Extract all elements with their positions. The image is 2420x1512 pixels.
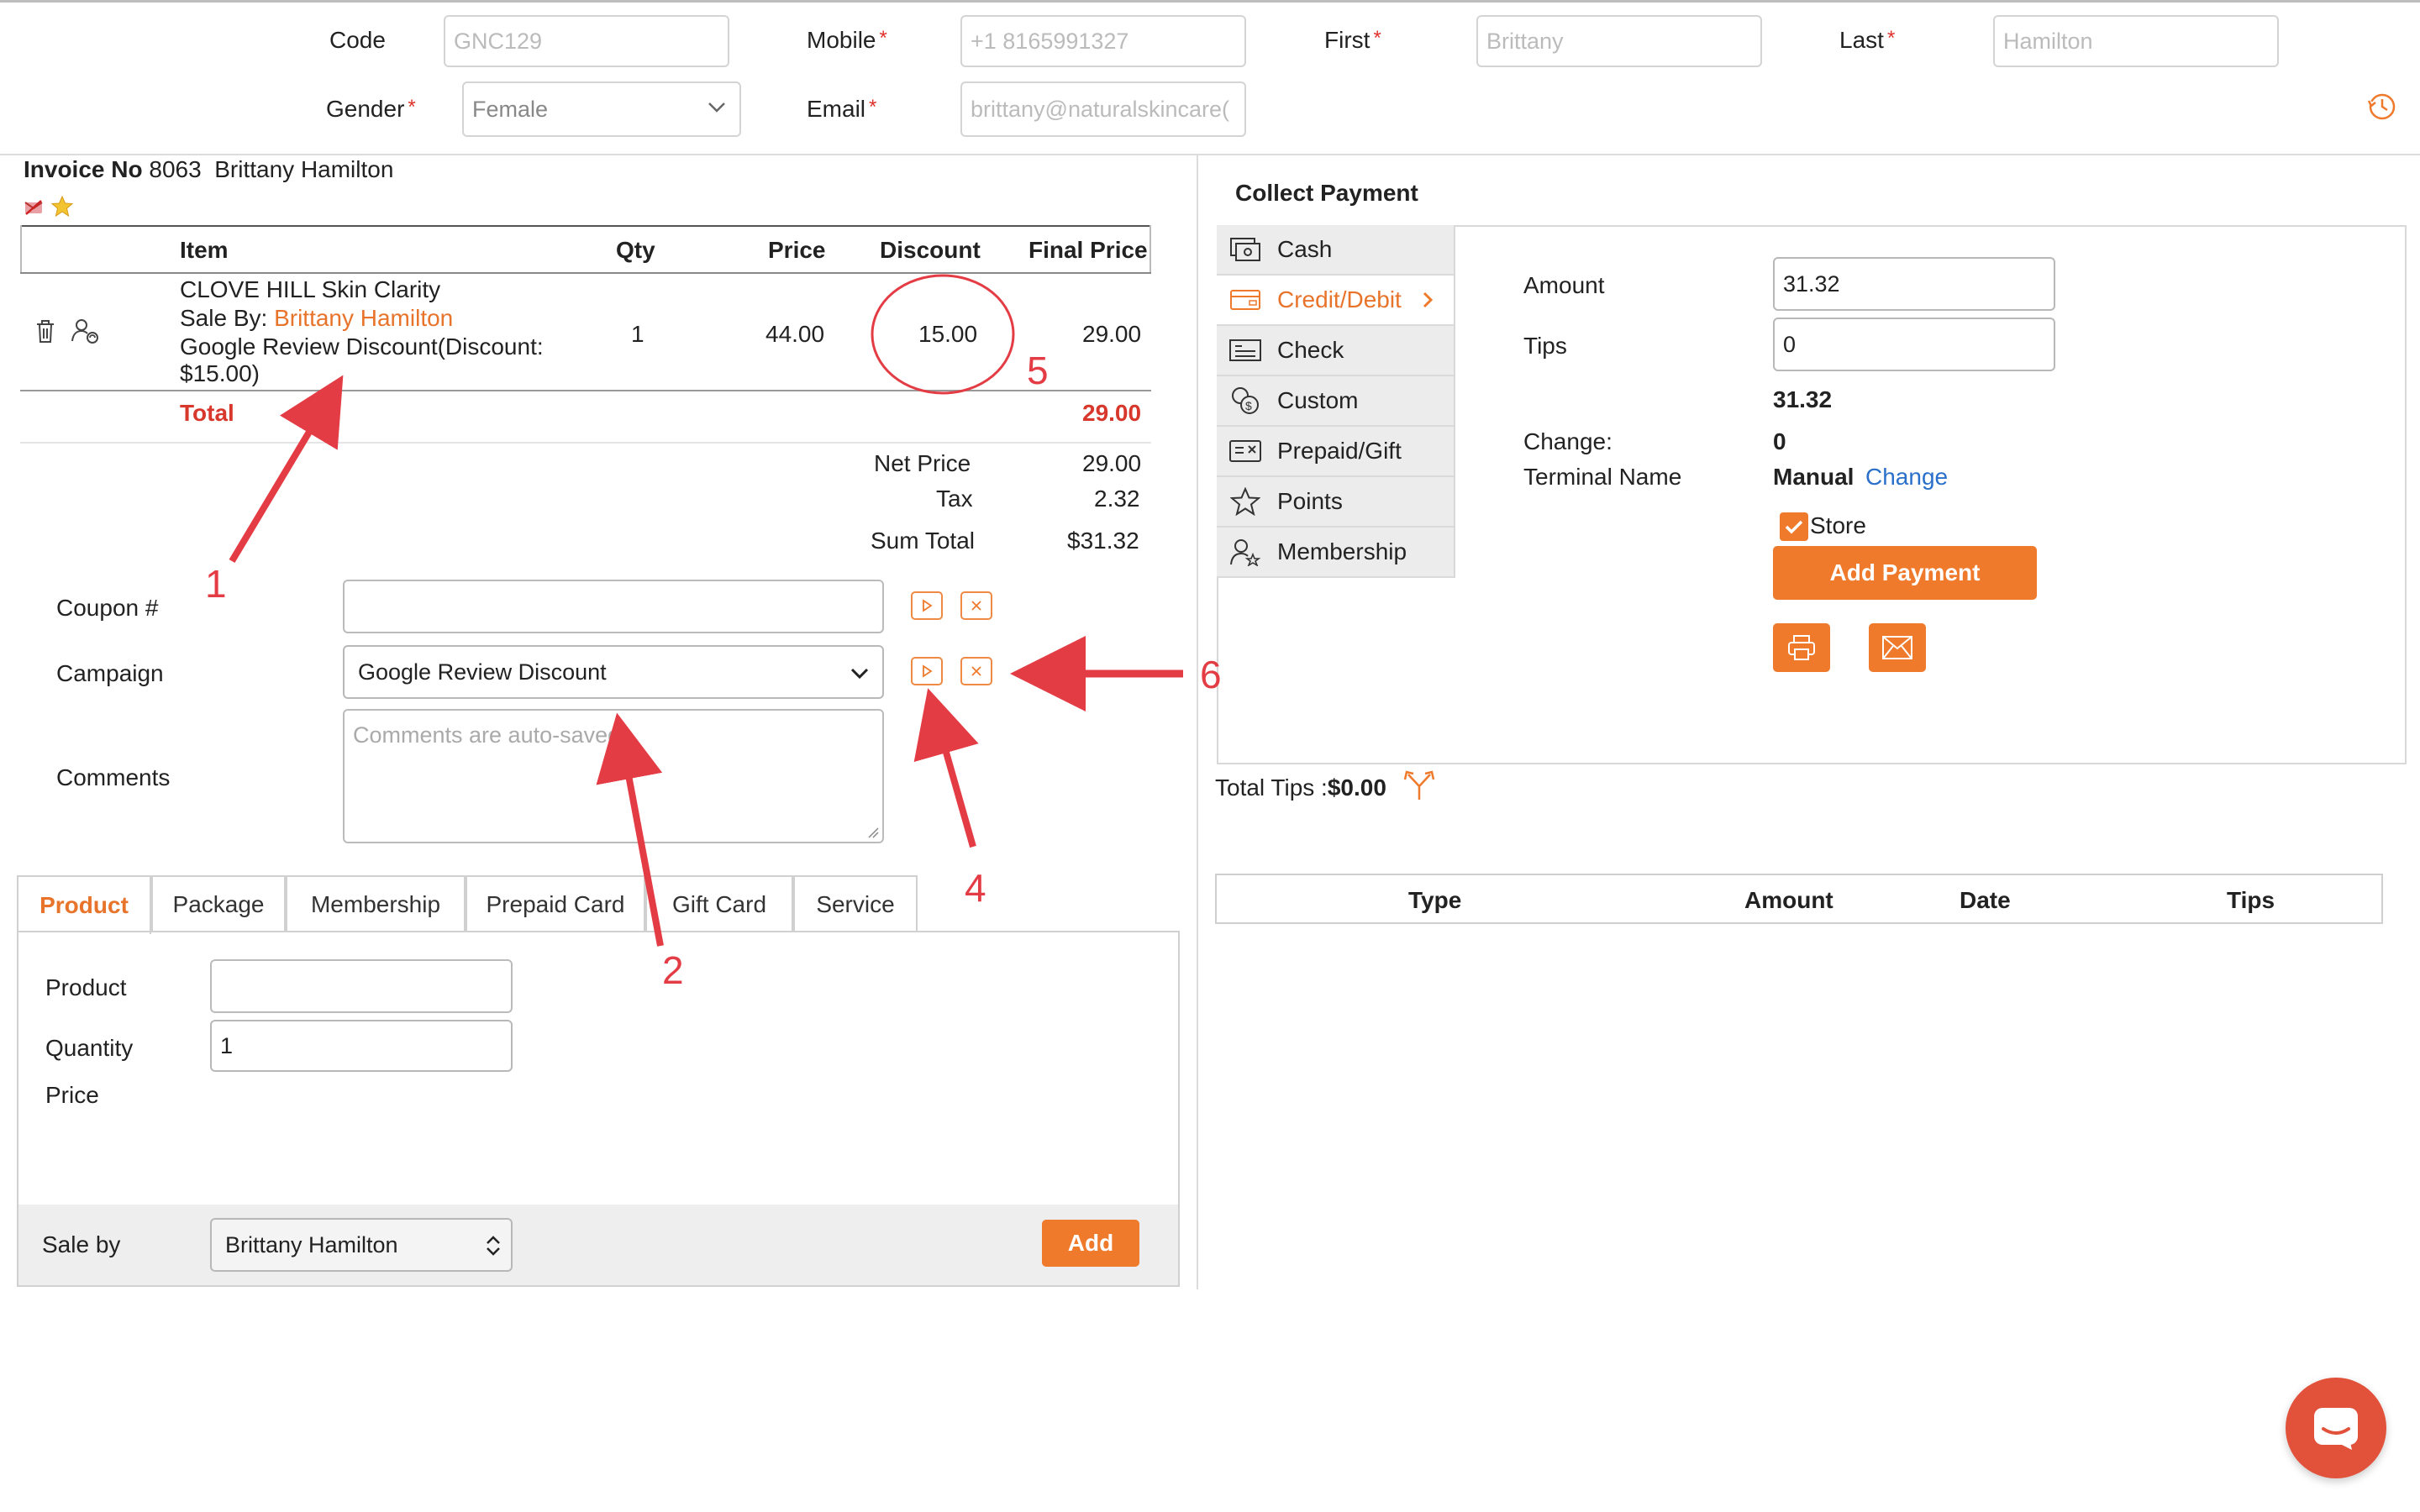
annotation-label-6: 6 [1200,653,1222,696]
annotation-label-1: 1 [205,562,227,606]
annotation-label-2: 2 [662,948,684,992]
annotation-arrow-2 [596,712,664,947]
annotation-label-4: 4 [965,866,986,910]
annotation-label-5: 5 [1027,349,1049,392]
annotation-arrow-4 [913,688,979,848]
annotation-overlay [229,274,1183,947]
discount-highlight-circle [871,274,1015,395]
annotation-arrow-1 [229,375,344,564]
